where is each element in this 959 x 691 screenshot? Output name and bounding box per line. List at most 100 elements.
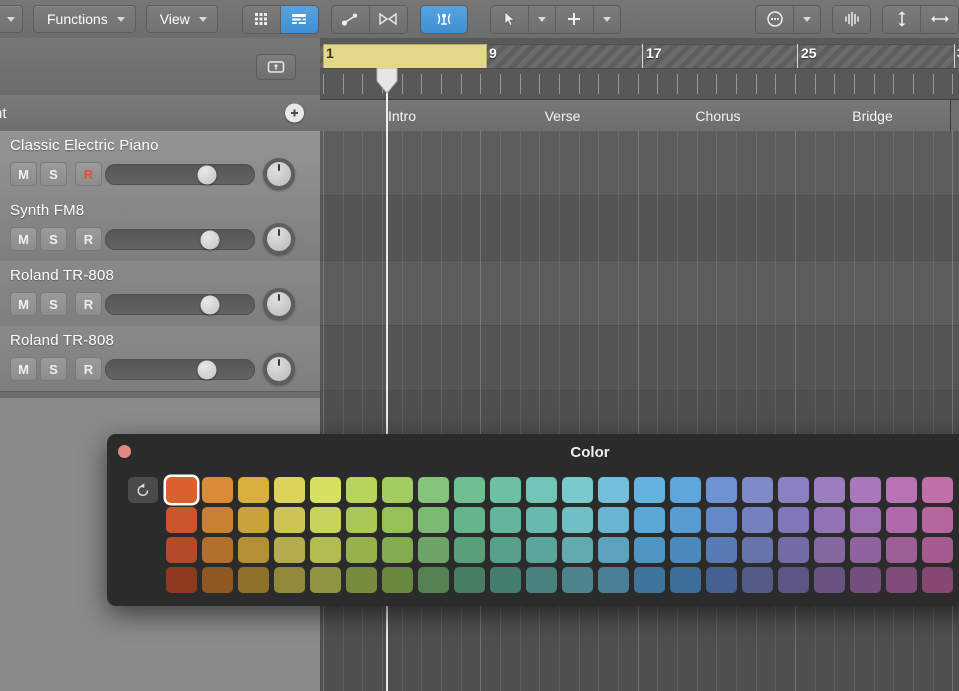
color-swatch[interactable] bbox=[562, 567, 593, 593]
color-swatch[interactable] bbox=[166, 477, 197, 503]
color-swatch[interactable] bbox=[670, 507, 701, 533]
color-swatch[interactable] bbox=[742, 567, 773, 593]
functions-menu[interactable]: Functions bbox=[33, 5, 136, 33]
solo-button[interactable]: S bbox=[40, 162, 67, 186]
color-swatch[interactable] bbox=[418, 477, 449, 503]
color-swatch[interactable] bbox=[166, 537, 197, 563]
color-swatch[interactable] bbox=[238, 507, 269, 533]
pan-knob[interactable] bbox=[263, 288, 295, 320]
color-swatch[interactable] bbox=[310, 507, 341, 533]
color-swatch[interactable] bbox=[670, 567, 701, 593]
track-lane[interactable] bbox=[320, 261, 959, 326]
mute-button[interactable]: M bbox=[10, 357, 37, 381]
color-swatch[interactable] bbox=[202, 537, 233, 563]
color-swatch[interactable] bbox=[634, 477, 665, 503]
flex-time-button[interactable] bbox=[370, 6, 407, 33]
show-automation-button[interactable] bbox=[332, 6, 370, 33]
color-swatch[interactable] bbox=[670, 477, 701, 503]
color-swatch[interactable] bbox=[778, 567, 809, 593]
color-swatch[interactable] bbox=[706, 507, 737, 533]
color-swatch[interactable] bbox=[274, 477, 305, 503]
command-click-tool[interactable] bbox=[556, 6, 594, 33]
command-click-tool-menu[interactable] bbox=[594, 6, 620, 33]
color-swatch[interactable] bbox=[598, 507, 629, 533]
color-swatch[interactable] bbox=[166, 507, 197, 533]
volume-fader-knob[interactable] bbox=[200, 230, 219, 249]
color-swatch[interactable] bbox=[850, 567, 881, 593]
show-inspector-button[interactable] bbox=[281, 6, 318, 33]
color-swatch[interactable] bbox=[490, 507, 521, 533]
color-swatch[interactable] bbox=[346, 477, 377, 503]
color-swatch[interactable] bbox=[742, 537, 773, 563]
marker-intro[interactable]: Intro bbox=[320, 100, 485, 132]
color-swatch[interactable] bbox=[166, 567, 197, 593]
color-swatch[interactable] bbox=[778, 507, 809, 533]
view-menu[interactable]: View bbox=[146, 5, 218, 33]
color-swatch[interactable] bbox=[742, 507, 773, 533]
snap-edit-button[interactable] bbox=[421, 6, 467, 33]
color-swatch[interactable] bbox=[598, 537, 629, 563]
cycle-row[interactable]: 1 9 17 25 3 bbox=[320, 44, 959, 68]
color-swatch[interactable] bbox=[346, 507, 377, 533]
color-swatch[interactable] bbox=[454, 567, 485, 593]
mute-button[interactable]: M bbox=[10, 292, 37, 316]
color-swatch[interactable] bbox=[814, 537, 845, 563]
color-swatch[interactable] bbox=[670, 537, 701, 563]
mute-button[interactable]: M bbox=[10, 227, 37, 251]
color-swatch[interactable] bbox=[598, 567, 629, 593]
color-swatch[interactable] bbox=[310, 477, 341, 503]
left-click-tool-menu[interactable] bbox=[529, 6, 556, 33]
color-swatch[interactable] bbox=[526, 537, 557, 563]
volume-fader-knob[interactable] bbox=[197, 165, 216, 184]
color-swatch[interactable] bbox=[238, 477, 269, 503]
marker-verse[interactable]: Verse bbox=[484, 100, 642, 132]
color-swatch[interactable] bbox=[418, 537, 449, 563]
reset-color-button[interactable] bbox=[128, 477, 158, 503]
marker-bridge[interactable]: Bridge bbox=[795, 100, 951, 132]
color-swatch[interactable] bbox=[886, 537, 917, 563]
marker-chorus[interactable]: Chorus bbox=[641, 100, 796, 132]
add-track-button[interactable] bbox=[256, 54, 296, 80]
color-swatch[interactable] bbox=[202, 477, 233, 503]
solo-button[interactable]: S bbox=[40, 227, 67, 251]
color-swatch[interactable] bbox=[454, 477, 485, 503]
color-swatch[interactable] bbox=[310, 567, 341, 593]
color-swatch[interactable] bbox=[922, 507, 953, 533]
volume-fader-knob[interactable] bbox=[200, 295, 219, 314]
record-enable-button[interactable]: R bbox=[75, 227, 102, 251]
volume-fader[interactable] bbox=[105, 229, 255, 250]
color-swatch[interactable] bbox=[562, 537, 593, 563]
mute-button[interactable]: M bbox=[10, 162, 37, 186]
volume-fader-knob[interactable] bbox=[197, 360, 216, 379]
color-swatch[interactable] bbox=[454, 507, 485, 533]
color-swatch[interactable] bbox=[526, 567, 557, 593]
color-swatch[interactable] bbox=[850, 477, 881, 503]
color-swatch[interactable] bbox=[418, 567, 449, 593]
edit-menu[interactable] bbox=[0, 5, 23, 33]
volume-fader[interactable] bbox=[105, 294, 255, 315]
color-swatch[interactable] bbox=[778, 537, 809, 563]
smart-controls-button[interactable] bbox=[833, 6, 870, 33]
list-editors-button[interactable] bbox=[756, 6, 794, 33]
color-swatch[interactable] bbox=[886, 507, 917, 533]
color-swatch[interactable] bbox=[598, 477, 629, 503]
color-swatch[interactable] bbox=[382, 567, 413, 593]
track-lane[interactable] bbox=[320, 131, 959, 196]
volume-fader[interactable] bbox=[105, 359, 255, 380]
playhead-handle-icon[interactable] bbox=[376, 68, 398, 94]
color-swatch[interactable] bbox=[526, 477, 557, 503]
color-swatch[interactable] bbox=[742, 477, 773, 503]
color-swatch[interactable] bbox=[454, 537, 485, 563]
track-lane[interactable] bbox=[320, 196, 959, 261]
record-enable-button[interactable]: R bbox=[75, 292, 102, 316]
track-header[interactable]: Classic Electric Piano M S R bbox=[0, 131, 320, 197]
solo-button[interactable]: S bbox=[40, 292, 67, 316]
color-swatch[interactable] bbox=[382, 477, 413, 503]
color-swatch[interactable] bbox=[634, 507, 665, 533]
color-swatch[interactable] bbox=[706, 567, 737, 593]
color-swatch[interactable] bbox=[238, 537, 269, 563]
color-swatch[interactable] bbox=[850, 507, 881, 533]
color-swatch[interactable] bbox=[238, 567, 269, 593]
color-swatch[interactable] bbox=[922, 567, 953, 593]
color-swatch[interactable] bbox=[778, 477, 809, 503]
